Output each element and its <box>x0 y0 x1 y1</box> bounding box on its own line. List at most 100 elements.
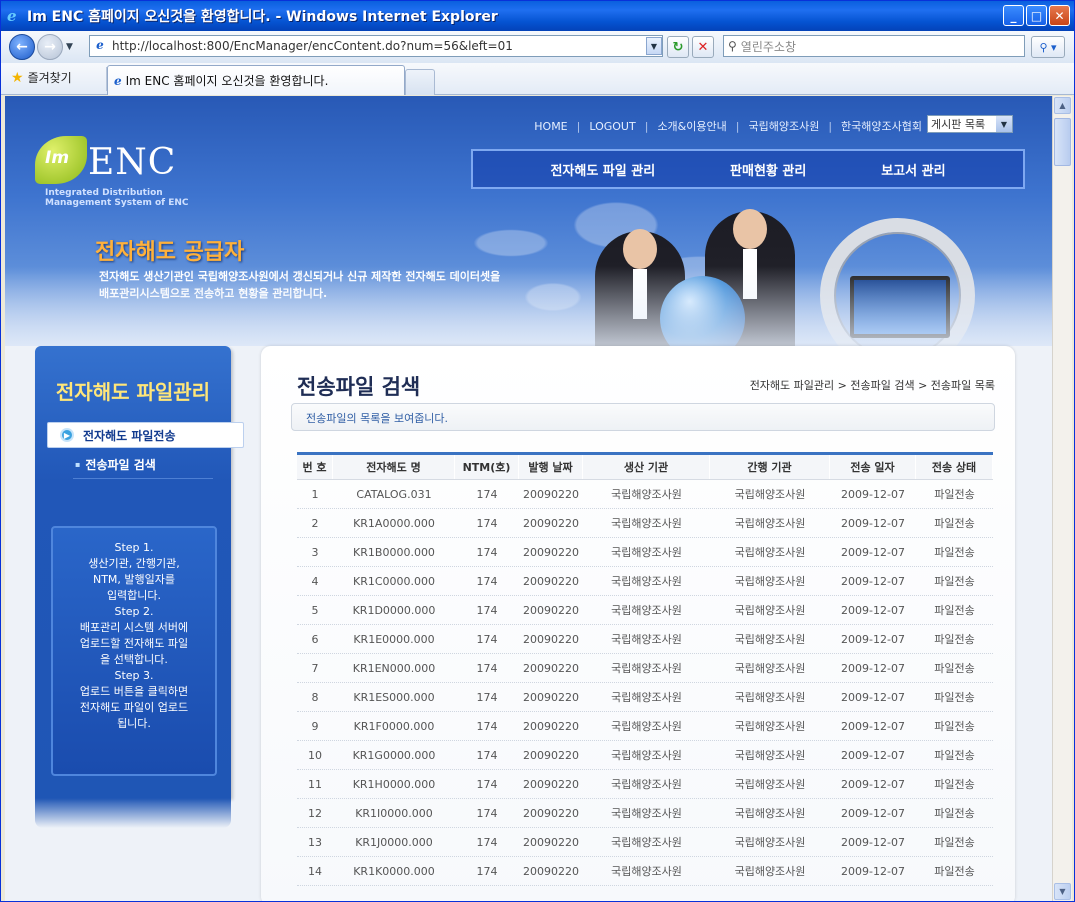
new-tab-button[interactable] <box>405 69 435 95</box>
sidebar-item-file-transfer[interactable]: ▶ 전자해도 파일전송 <box>47 422 244 448</box>
cell-send-date: 2009-12-07 <box>841 777 905 791</box>
cell-status: 파일전송 <box>934 691 975 704</box>
table-row[interactable]: 2 KR1A0000.000 174 20090220 국립해양조사원 국립해양조사원 20… <box>297 509 993 538</box>
nav-khoa[interactable]: 국립해양조사원 <box>748 118 819 134</box>
vertical-scrollbar[interactable]: ▲ ▼ <box>1052 96 1072 901</box>
cell-producer: 국립해양조사원 <box>611 720 682 733</box>
step-line: 생산기관, 간행기관, <box>88 557 180 570</box>
page-icon: e <box>96 38 104 52</box>
ie-logo-icon: e <box>7 7 17 25</box>
cell-issue-date: 20090220 <box>523 806 579 820</box>
browser-tab[interactable]: e Im ENC 홈페이지 오신것을 환영합니다. <box>107 65 405 95</box>
nav-logout[interactable]: LOGOUT <box>589 120 635 133</box>
cell-publisher: 국립해양조사원 <box>734 720 806 733</box>
cell-no: 10 <box>308 748 322 762</box>
file-table: 번 호 전자해도 명 NTM(호) 발행 날짜 생산 기관 간행 기관 전송 일… <box>297 452 993 886</box>
cell-ntm: 174 <box>476 545 498 559</box>
hero-banner: HOME | LOGOUT | 소개&이용안내 | 국립해양조사원 | 한국해양조사협회… <box>5 96 1052 373</box>
nav-intro[interactable]: 소개&이용안내 <box>657 118 726 134</box>
cell-issue-date: 20090220 <box>523 574 579 588</box>
chevron-down-icon: ▼ <box>996 116 1012 132</box>
cell-send-date: 2009-12-07 <box>841 806 905 820</box>
address-dropdown-icon[interactable]: ▼ <box>646 37 662 55</box>
cell-no: 12 <box>308 806 322 820</box>
table-row[interactable]: 3 KR1B0000.000 174 20090220 국립해양조사원 국립해양조사원 20… <box>297 538 993 567</box>
cell-publisher: 국립해양조사원 <box>734 575 806 588</box>
nav-association[interactable]: 한국해양조사협회 <box>841 118 922 134</box>
header-issue-date: 발행 날짜 <box>519 455 583 479</box>
board-select[interactable]: 게시판 목록 ▼ <box>927 115 1013 133</box>
cell-publisher: 국립해양조사원 <box>734 488 806 501</box>
hero-desc-line1: 전자해도 생산기관인 국립해양조사원에서 갱신되거나 신규 제작한 전자해도 데… <box>99 270 501 283</box>
cell-ntm: 174 <box>476 835 498 849</box>
search-go-button[interactable]: ⚲ ▾ <box>1031 36 1065 58</box>
table-row[interactable]: 5 KR1D0000.000 174 20090220 국립해양조사원 국립해양조사원 20… <box>297 596 993 625</box>
history-dropdown-icon[interactable]: ▼ <box>66 42 73 52</box>
scroll-down-icon[interactable]: ▼ <box>1054 883 1071 900</box>
sidebar-subitem-search[interactable]: 전송파일 검색 <box>75 456 155 473</box>
scroll-up-icon[interactable]: ▲ <box>1054 97 1071 114</box>
minimize-button[interactable]: _ <box>1003 5 1024 26</box>
stop-button[interactable]: ✕ <box>692 36 714 58</box>
cell-ntm: 174 <box>476 487 498 501</box>
search-input[interactable]: ⚲ 열린주소창 <box>723 35 1025 57</box>
cell-enc-name: KR1J0000.000 <box>355 835 433 849</box>
table-row[interactable]: 6 KR1E0000.000 174 20090220 국립해양조사원 국립해양조사원 20… <box>297 625 993 654</box>
sidebar-title: 전자해도 파일관리 <box>55 380 211 404</box>
cell-issue-date: 20090220 <box>523 603 579 617</box>
cell-enc-name: KR1B0000.000 <box>353 545 435 559</box>
table-row[interactable]: 13 KR1J0000.000 174 20090220 국립해양조사원 국립해양조사원 2… <box>297 828 993 857</box>
cell-issue-date: 20090220 <box>523 632 579 646</box>
favorites-button[interactable]: ★ 즐겨찾기 <box>11 69 72 86</box>
forward-button[interactable]: → <box>37 34 63 60</box>
step-line: 업로드 버튼을 클릭하면 <box>79 685 189 698</box>
table-row[interactable]: 10 KR1G0000.000 174 20090220 국립해양조사원 국립해양조사원 2… <box>297 741 993 770</box>
scroll-thumb[interactable] <box>1054 118 1071 166</box>
header-producer: 생산 기관 <box>583 455 710 479</box>
cell-publisher: 국립해양조사원 <box>734 807 806 820</box>
menu-enc-file[interactable]: 전자해도 파일 관리 <box>550 160 655 179</box>
table-row[interactable]: 9 KR1F0000.000 174 20090220 국립해양조사원 국립해양조사원 20… <box>297 712 993 741</box>
sidebar-item-label: 전자해도 파일전송 <box>83 428 176 443</box>
maximize-button[interactable]: □ <box>1026 5 1047 26</box>
cell-ntm: 174 <box>476 719 498 733</box>
header-ntm: NTM(호) <box>455 455 519 479</box>
table-row[interactable]: 14 KR1K0000.000 174 20090220 국립해양조사원 국립해양조사원 2… <box>297 857 993 886</box>
url-text[interactable]: http://localhost:800/EncManager/encConte… <box>112 39 646 53</box>
cell-enc-name: KR1C0000.000 <box>352 574 436 588</box>
cell-send-date: 2009-12-07 <box>841 516 905 530</box>
address-bar[interactable]: e http://localhost:800/EncManager/encCon… <box>89 35 663 57</box>
cell-enc-name: KR1H0000.000 <box>352 777 436 791</box>
hero-desc-line2: 배포관리시스템으로 전송하고 현황을 관리합니다. <box>99 287 328 300</box>
cell-send-date: 2009-12-07 <box>841 748 905 762</box>
table-row[interactable]: 7 KR1EN000.000 174 20090220 국립해양조사원 국립해양조사원 20… <box>297 654 993 683</box>
person-man <box>705 209 795 351</box>
cell-enc-name: KR1A0000.000 <box>353 516 435 530</box>
cell-ntm: 174 <box>476 690 498 704</box>
cell-producer: 국립해양조사원 <box>611 836 682 849</box>
laptop-icon <box>850 276 950 338</box>
table-row[interactable]: 8 KR1ES000.000 174 20090220 국립해양조사원 국립해양조사원 20… <box>297 683 993 712</box>
cell-ntm: 174 <box>476 777 498 791</box>
step-line: Step 2. <box>114 605 154 618</box>
cell-enc-name: KR1E0000.000 <box>353 632 435 646</box>
table-row[interactable]: 1 CATALOG.031 174 20090220 국립해양조사원 국립해양조사원 200… <box>297 480 993 509</box>
favorites-bar: ★ 즐겨찾기 e Im ENC 홈페이지 오신것을 환영합니다. <box>1 63 1074 95</box>
title-bar: e Im ENC 홈페이지 오신것을 환영합니다. - Windows Inte… <box>1 1 1074 31</box>
menu-report[interactable]: 보고서 관리 <box>881 160 945 179</box>
table-row[interactable]: 12 KR1I0000.000 174 20090220 국립해양조사원 국립해양조사원 2… <box>297 799 993 828</box>
cell-no: 3 <box>311 545 319 559</box>
step-line: 업로드할 전자해도 파일 <box>79 637 189 650</box>
cell-status: 파일전송 <box>934 604 975 617</box>
refresh-button[interactable]: ↻ <box>667 36 689 58</box>
nav-home[interactable]: HOME <box>534 120 567 133</box>
cell-enc-name: KR1D0000.000 <box>352 603 436 617</box>
cell-publisher: 국립해양조사원 <box>734 517 806 530</box>
back-button[interactable]: ← <box>9 34 35 60</box>
address-toolbar: ← → ▼ e http://localhost:800/EncManager/… <box>1 31 1074 63</box>
table-row[interactable]: 4 KR1C0000.000 174 20090220 국립해양조사원 국립해양조사원 20… <box>297 567 993 596</box>
menu-sales[interactable]: 판매현황 관리 <box>730 160 806 179</box>
table-row[interactable]: 11 KR1H0000.000 174 20090220 국립해양조사원 국립해양조사원 2… <box>297 770 993 799</box>
cell-send-date: 2009-12-07 <box>841 835 905 849</box>
close-button[interactable]: ✕ <box>1049 5 1070 26</box>
